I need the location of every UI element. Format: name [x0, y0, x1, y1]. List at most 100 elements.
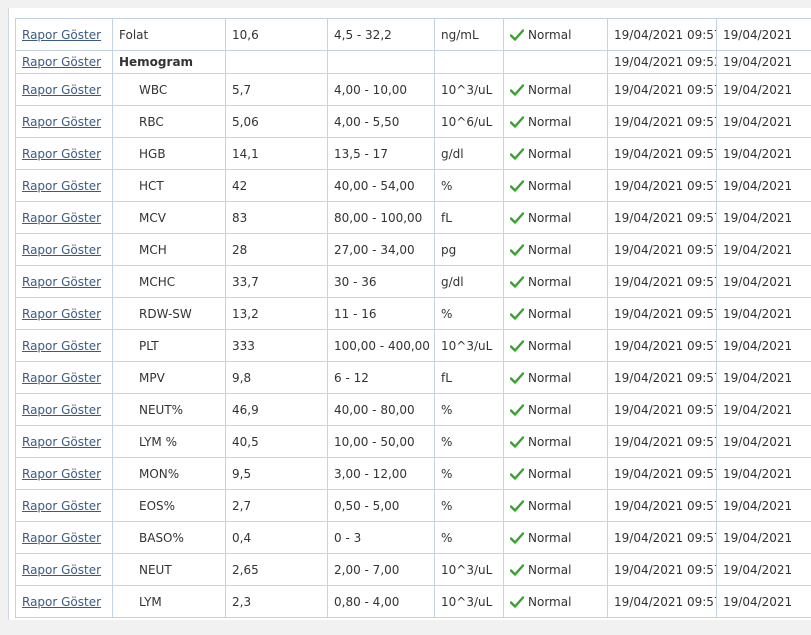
result-value-cell-text: 10,6	[232, 27, 259, 42]
status-cell: Normal	[503, 425, 608, 458]
result-date-cell: 19/04/2021 09:57	[607, 457, 717, 490]
show-report-link[interactable]: Rapor Göster	[22, 595, 101, 609]
approval-date-cell: 19/04/2021	[716, 137, 811, 170]
show-report-link[interactable]: Rapor Göster	[22, 243, 101, 257]
result-date-cell-text: 19/04/2021 09:57	[614, 338, 717, 353]
report-cell: Rapor Göster	[15, 105, 113, 138]
result-date-cell-text: 19/04/2021 09:57	[614, 210, 717, 225]
result-date-cell-text: 19/04/2021 09:57	[614, 370, 717, 385]
approval-date-cell-text: 19/04/2021	[723, 242, 793, 257]
result-value-cell-text: 2,3	[232, 594, 252, 609]
results-panel: Rapor Göster Folat 10,6 4,5 - 32,2 ng/mL Norm…	[8, 8, 811, 621]
horizontal-scrollbar[interactable]	[0, 620, 811, 635]
approval-date-cell: 19/04/2021	[716, 553, 811, 586]
checkmark-icon	[510, 563, 524, 576]
show-report-link[interactable]: Rapor Göster	[22, 403, 101, 417]
result-date-cell: 19/04/2021 09:57	[607, 489, 717, 522]
approval-date-cell-text: 19/04/2021	[723, 402, 793, 417]
reference-range-cell: 10,00 - 50,00	[327, 425, 435, 458]
status-label: Normal	[528, 210, 572, 225]
result-date-cell: 19/04/2021 09:57	[607, 585, 717, 618]
unit-cell: %	[434, 425, 504, 458]
status-label: Normal	[528, 146, 572, 161]
show-report-link[interactable]: Rapor Göster	[22, 179, 101, 193]
show-report-link[interactable]: Rapor Göster	[22, 307, 101, 321]
result-date-cell: 19/04/2021 09:53	[607, 50, 717, 74]
reference-range-cell: 30 - 36	[327, 265, 435, 298]
show-report-link[interactable]: Rapor Göster	[22, 435, 101, 449]
result-value-cell-text: 333	[232, 338, 255, 353]
test-name-cell: LYM %	[112, 425, 226, 458]
status-badge: Normal	[510, 275, 601, 289]
test-name-cell: HGB	[112, 137, 226, 170]
show-report-link[interactable]: Rapor Göster	[22, 83, 101, 97]
result-value-cell-text: 2,7	[232, 498, 252, 513]
table-row: Rapor Göster Folat 10,6 4,5 - 32,2 ng/mL Norm…	[15, 18, 811, 51]
approval-date-cell-text: 19/04/2021	[723, 274, 793, 289]
unit-cell-text: %	[441, 178, 453, 193]
status-cell: Normal	[503, 233, 608, 266]
result-value-cell: 2,3	[225, 585, 328, 618]
approval-date-cell-text: 19/04/2021	[723, 82, 793, 97]
approval-date-cell: 19/04/2021	[716, 585, 811, 618]
status-cell: Normal	[503, 585, 608, 618]
reference-range-cell-text: 13,5 - 17	[334, 146, 388, 161]
unit-cell: g/dl	[434, 137, 504, 170]
show-report-link[interactable]: Rapor Göster	[22, 371, 101, 385]
approval-date-cell-text: 19/04/2021	[723, 55, 793, 69]
show-report-link[interactable]: Rapor Göster	[22, 115, 101, 129]
table-group-row: Rapor Göster Hemogram 19/04/2021 09:53 19/0…	[15, 50, 811, 74]
result-date-cell-text: 19/04/2021 09:57	[614, 402, 717, 417]
approval-date-cell-text: 19/04/2021	[723, 498, 793, 513]
table-row: Rapor Göster WBC 5,7 4,00 - 10,00 10^3/uL Nor…	[15, 73, 811, 106]
checkmark-icon	[510, 499, 524, 512]
reference-range-cell-text: 100,00 - 400,00	[334, 338, 430, 353]
show-report-link[interactable]: Rapor Göster	[22, 55, 101, 69]
reference-range-cell-text: 40,00 - 54,00	[334, 178, 415, 193]
unit-cell: %	[434, 521, 504, 554]
result-value-cell: 9,5	[225, 457, 328, 490]
reference-range-cell: 11 - 16	[327, 297, 435, 330]
approval-date-cell: 19/04/2021	[716, 425, 811, 458]
unit-cell: %	[434, 169, 504, 202]
show-report-link[interactable]: Rapor Göster	[22, 563, 101, 577]
reference-range-cell-text: 6 - 12	[334, 370, 369, 385]
show-report-link[interactable]: Rapor Göster	[22, 339, 101, 353]
report-cell: Rapor Göster	[15, 169, 113, 202]
show-report-link[interactable]: Rapor Göster	[22, 499, 101, 513]
show-report-link[interactable]: Rapor Göster	[22, 531, 101, 545]
show-report-link[interactable]: Rapor Göster	[22, 467, 101, 481]
status-cell: Normal	[503, 137, 608, 170]
result-date-cell-text: 19/04/2021 09:57	[614, 466, 717, 481]
unit-cell: 10^3/uL	[434, 73, 504, 106]
status-badge: Normal	[510, 595, 601, 609]
table-body: Rapor Göster Folat 10,6 4,5 - 32,2 ng/mL Norm…	[15, 18, 811, 618]
reference-range-cell: 0,80 - 4,00	[327, 585, 435, 618]
checkmark-icon	[510, 28, 524, 41]
status-badge: Normal	[510, 435, 601, 449]
report-cell: Rapor Göster	[15, 137, 113, 170]
result-value-cell: 333	[225, 329, 328, 362]
checkmark-icon	[510, 211, 524, 224]
test-name-cell: RBC	[112, 105, 226, 138]
approval-date-cell: 19/04/2021	[716, 18, 811, 51]
unit-cell-text: pg	[441, 242, 457, 257]
result-date-cell: 19/04/2021 09:57	[607, 297, 717, 330]
show-report-link[interactable]: Rapor Göster	[22, 211, 101, 225]
test-name-cell: MCHC	[112, 265, 226, 298]
approval-date-cell-text: 19/04/2021	[723, 27, 793, 42]
unit-cell-text: %	[441, 466, 453, 481]
show-report-link[interactable]: Rapor Göster	[22, 275, 101, 289]
result-date-cell: 19/04/2021 09:57	[607, 329, 717, 362]
report-cell: Rapor Göster	[15, 73, 113, 106]
table-row: Rapor Göster MON% 9,5 3,00 - 12,00% Normal 19…	[15, 457, 811, 490]
unit-cell: 10^3/uL	[434, 329, 504, 362]
result-value-cell-text: 28	[232, 242, 248, 257]
show-report-link[interactable]: Rapor Göster	[22, 28, 101, 42]
reference-range-cell: 0 - 3	[327, 521, 435, 554]
unit-cell: 10^3/uL	[434, 553, 504, 586]
status-badge: Normal	[510, 307, 601, 321]
test-name-cell: PLT	[112, 329, 226, 362]
show-report-link[interactable]: Rapor Göster	[22, 147, 101, 161]
approval-date-cell-text: 19/04/2021	[723, 370, 793, 385]
